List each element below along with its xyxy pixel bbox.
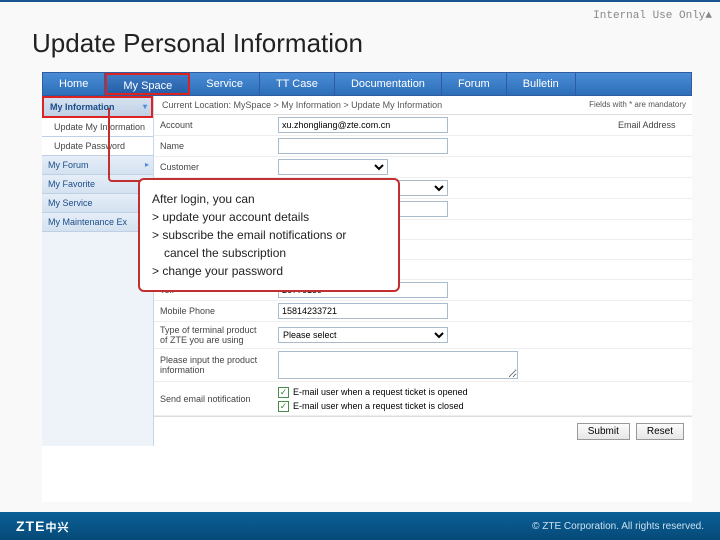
callout-line1: After login, you can <box>152 190 386 208</box>
checkbox-closed-label: E-mail user when a request ticket is clo… <box>293 401 464 411</box>
nav-service[interactable]: Service <box>190 73 260 95</box>
copyright: © ZTE Corporation. All rights reserved. <box>532 521 704 532</box>
callout-line2: > update your account details <box>152 208 386 226</box>
breadcrumb: Current Location: MySpace > My Informati… <box>154 96 692 115</box>
label-product-info: Please input the product information <box>154 352 272 378</box>
footer: ZTE中兴 © ZTE Corporation. All rights rese… <box>0 512 720 540</box>
name-field[interactable] <box>278 138 448 154</box>
callout-line3: > subscribe the email notifications or <box>152 226 386 244</box>
checkbox-opened-icon[interactable]: ✓ <box>278 387 289 398</box>
customer-select[interactable] <box>278 159 388 175</box>
nav-my-space[interactable]: My Space <box>105 73 190 95</box>
zte-logo: ZTE中兴 <box>16 518 69 535</box>
nav-forum[interactable]: Forum <box>442 73 507 95</box>
button-row: Submit Reset <box>154 416 692 446</box>
nav-home[interactable]: Home <box>43 73 105 95</box>
reset-button[interactable]: Reset <box>636 423 684 440</box>
callout-connector <box>108 108 184 182</box>
top-nav: Home My Space Service TT Case Documentat… <box>42 72 692 96</box>
breadcrumb-text: Current Location: MySpace > My Informati… <box>162 100 442 110</box>
nav-tt-case[interactable]: TT Case <box>260 73 335 95</box>
annotation-callout: After login, you can > update your accou… <box>138 178 400 292</box>
product-info-textarea[interactable] <box>278 351 518 379</box>
label-email-notify: Send email notification <box>154 391 272 407</box>
callout-line5: > change your password <box>152 262 386 280</box>
terminal-select[interactable]: Please select <box>278 327 448 343</box>
watermark-text: Internal Use Only▲ <box>593 10 712 22</box>
sidebar-item-my-service[interactable]: My Service▸ <box>42 194 153 213</box>
submit-button[interactable]: Submit <box>577 423 630 440</box>
nav-documentation[interactable]: Documentation <box>335 73 442 95</box>
mandatory-note: Fields with * are mandatory <box>589 100 686 109</box>
callout-line4: cancel the subscription <box>152 244 386 262</box>
page-title: Update Personal Information <box>32 28 363 59</box>
top-accent-line <box>0 0 720 2</box>
mobile-field[interactable] <box>278 303 448 319</box>
checkbox-closed-icon[interactable]: ✓ <box>278 401 289 412</box>
account-field[interactable] <box>278 117 448 133</box>
checkbox-opened-label: E-mail user when a request ticket is ope… <box>293 387 468 397</box>
label-email: Email Address <box>612 117 692 133</box>
sidebar-item-my-maintenance[interactable]: My Maintenance Ex▸ <box>42 213 153 232</box>
label-terminal-type: Type of terminal product of ZTE you are … <box>154 322 272 348</box>
nav-bulletin[interactable]: Bulletin <box>507 73 576 95</box>
label-mobile: Mobile Phone <box>154 303 272 319</box>
